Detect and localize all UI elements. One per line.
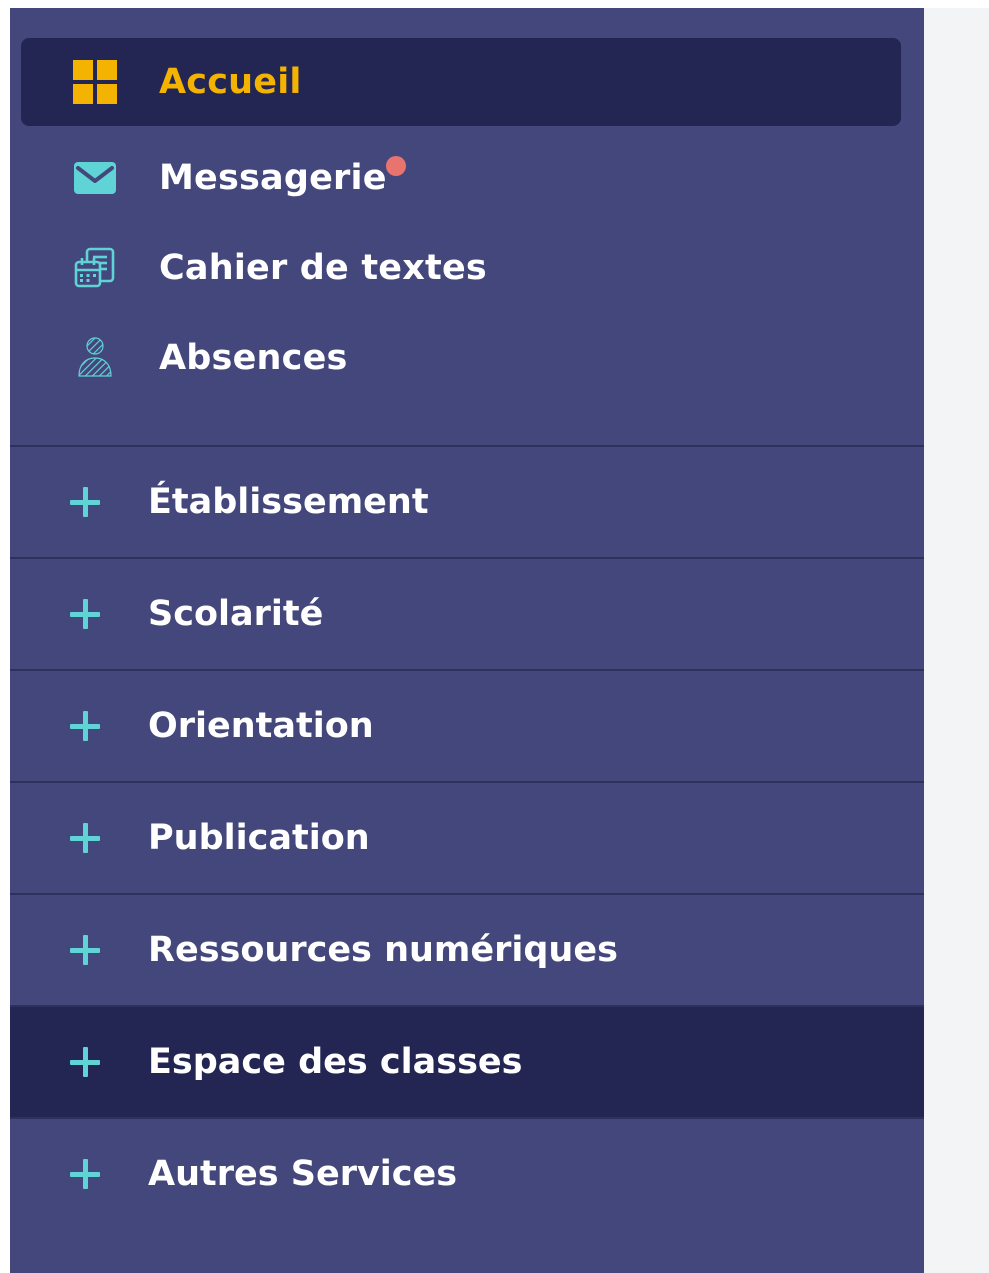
section-ressources-numeriques[interactable]: Ressources numériques [10, 893, 924, 1005]
nav-item-absences[interactable]: Absences [21, 314, 901, 402]
plus-icon [70, 711, 100, 741]
plus-icon [70, 935, 100, 965]
envelope-icon [73, 156, 117, 200]
section-label: Scolarité [148, 594, 324, 634]
nav-item-label: Messagerie [159, 158, 387, 198]
section-list: Établissement Scolarité Orientation Publ… [10, 445, 924, 1229]
plus-icon [70, 1159, 100, 1189]
section-etablissement[interactable]: Établissement [10, 445, 924, 557]
plus-icon [70, 487, 100, 517]
page: Accueil Messagerie Cahier de textes Abse… [0, 0, 989, 1273]
main-nav: Accueil Messagerie Cahier de textes Abse… [10, 8, 924, 445]
section-label: Ressources numériques [148, 930, 618, 970]
section-label: Établissement [148, 482, 429, 522]
nav-item-accueil[interactable]: Accueil [21, 38, 901, 126]
grid-icon [73, 60, 117, 104]
section-label: Espace des classes [148, 1042, 523, 1082]
section-scolarite[interactable]: Scolarité [10, 557, 924, 669]
section-label: Autres Services [148, 1154, 458, 1194]
nav-item-label: Cahier de textes [159, 248, 487, 288]
plus-icon [70, 599, 100, 629]
section-espace-des-classes[interactable]: Espace des classes [10, 1005, 924, 1117]
nav-item-cahier-de-textes[interactable]: Cahier de textes [21, 224, 901, 312]
sidebar: Accueil Messagerie Cahier de textes Abse… [10, 8, 924, 1273]
calendar-notebook-icon [73, 246, 117, 290]
section-publication[interactable]: Publication [10, 781, 924, 893]
section-label: Publication [148, 818, 370, 858]
section-label: Orientation [148, 706, 374, 746]
plus-icon [70, 1047, 100, 1077]
person-hatched-icon [73, 336, 117, 380]
plus-icon [70, 823, 100, 853]
nav-item-label: Absences [159, 338, 348, 378]
section-autres-services[interactable]: Autres Services [10, 1117, 924, 1229]
nav-item-label: Accueil [159, 62, 302, 102]
section-orientation[interactable]: Orientation [10, 669, 924, 781]
main-content [924, 8, 989, 1273]
notification-dot [386, 156, 406, 176]
nav-item-messagerie[interactable]: Messagerie [21, 134, 901, 222]
